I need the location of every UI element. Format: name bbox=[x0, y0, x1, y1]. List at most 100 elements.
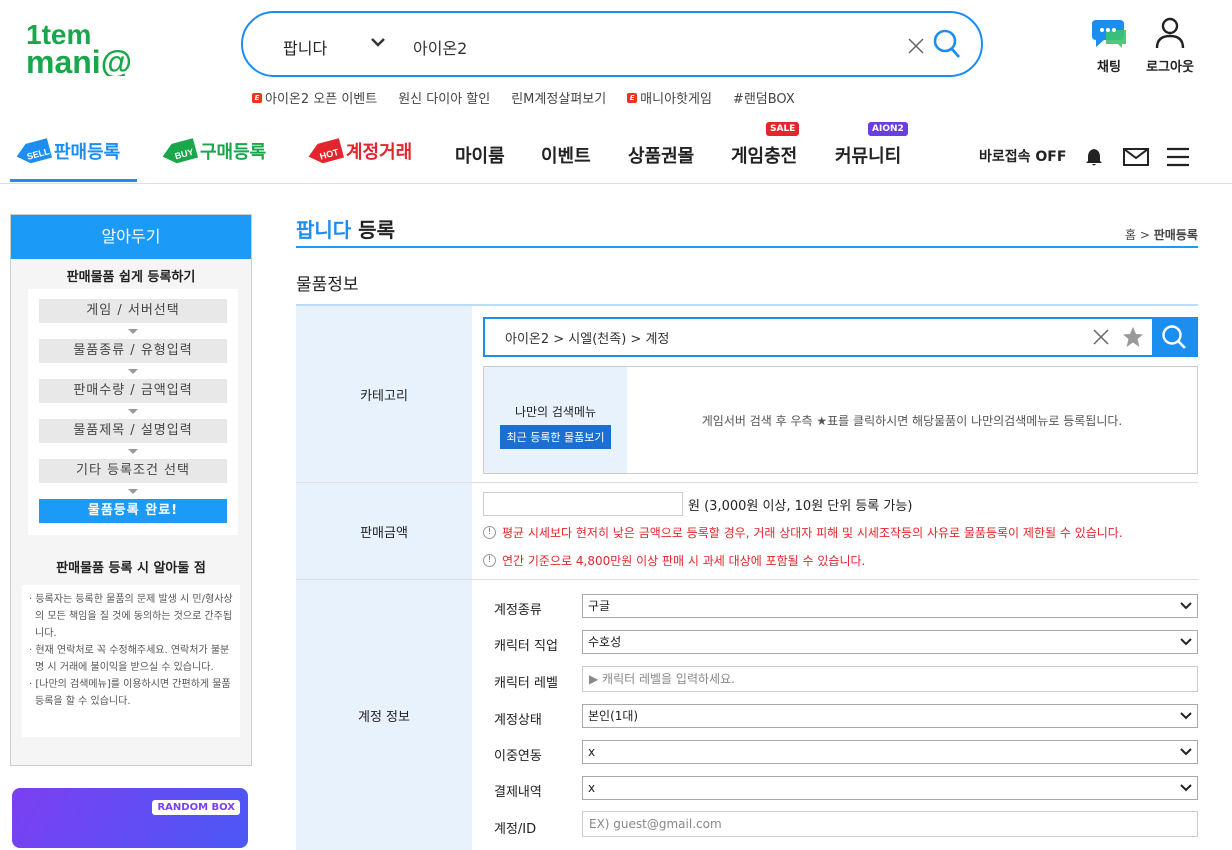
arrow-down-icon bbox=[39, 323, 227, 339]
character-job-select[interactable]: 수호성 bbox=[582, 630, 1198, 654]
chevron-down-icon[interactable] bbox=[371, 37, 385, 47]
payment-history-label: 결제내역 bbox=[494, 785, 542, 800]
breadcrumb: 홈 > 판매등록 bbox=[1125, 226, 1198, 243]
note-item: · [나만의 검색메뉴]를 이용하시면 간편하게 물품등록을 할 수 있습니다. bbox=[29, 679, 231, 707]
tax-warning: ! 연간 기준으로 4,800만원 이상 판매 시 과세 대상에 포함될 수 있습… bbox=[483, 552, 865, 569]
account-type-label: 계정종류 bbox=[494, 603, 542, 618]
chat-button[interactable]: 채팅 bbox=[1088, 16, 1130, 75]
clear-icon[interactable] bbox=[1092, 328, 1110, 346]
buy-tag-icon: BUY bbox=[162, 138, 199, 164]
bell-icon[interactable] bbox=[1084, 147, 1104, 167]
info-icon: ! bbox=[483, 526, 496, 539]
nav-giftcard-mall[interactable]: 상품권몰 bbox=[628, 142, 694, 168]
breadcrumb-current: 판매등록 bbox=[1153, 228, 1198, 242]
itemmania-logo[interactable]: 1tem mani@ bbox=[26, 19, 182, 80]
character-level-input[interactable]: ▶ 캐릭터 레벨을 입력하세요. bbox=[582, 666, 1198, 692]
step-item-complete: 물품등록 완료! bbox=[39, 499, 227, 523]
nav-buy[interactable]: BUY 구매등록 bbox=[160, 138, 266, 168]
direct-access-toggle[interactable]: 바로접속 OFF bbox=[979, 146, 1066, 166]
account-status-label: 계정상태 bbox=[494, 713, 542, 728]
my-search-menu-title: 나만의 검색메뉴 bbox=[514, 405, 597, 419]
main-search-bar: 팝니다 아이온2 bbox=[241, 11, 983, 77]
item-info-form: 카테고리 아이온2 > 시엘(천족) > 계정 나만의 검색메뉴최근 등록한 물… bbox=[296, 304, 1198, 850]
account-type-select[interactable]: 구글 bbox=[582, 594, 1198, 618]
breadcrumb-home[interactable]: 홈 > bbox=[1125, 228, 1154, 242]
hot-tag-icon: HOT bbox=[308, 138, 345, 164]
category-search: 아이온2 > 시엘(천족) > 계정 bbox=[483, 317, 1198, 357]
step-item: 물품종류 / 유형입력 bbox=[39, 339, 227, 363]
search-type-select[interactable]: 팝니다 bbox=[283, 35, 327, 59]
main-navigation: SELL 판매등록 BUY 구매등록 HOT 계정거래 마이룸 이벤트 상품권몰 SA… bbox=[0, 122, 1232, 184]
category-label: 카테고리 bbox=[296, 306, 472, 482]
price-unit-hint: 원 (3,000원 이상, 10원 단위 등록 가능) bbox=[688, 499, 913, 514]
account-id-input[interactable]: EX) guest@gmail.com bbox=[582, 811, 1198, 837]
category-path-input[interactable]: 아이온2 > 시엘(천족) > 계정 bbox=[485, 328, 1092, 347]
notes-box: · 등록자는 등록한 물품의 문제 발생 시 민/형사상의 모든 책임을 질 것… bbox=[22, 585, 240, 737]
active-tab-indicator bbox=[10, 179, 137, 182]
svg-text:mani@: mani@ bbox=[26, 44, 132, 76]
step-item: 게임 / 서버선택 bbox=[39, 299, 227, 323]
recent-items-button[interactable]: 최근 등록한 물품보기 bbox=[500, 425, 611, 449]
keyword-link[interactable]: #랜덤BOX bbox=[733, 88, 795, 107]
title-divider bbox=[296, 246, 1198, 248]
chevron-down-icon bbox=[1180, 784, 1192, 792]
star-icon[interactable] bbox=[1122, 326, 1144, 348]
account-id-label: 계정/ID bbox=[494, 822, 537, 837]
nav-sell[interactable]: SELL 판매등록 bbox=[14, 138, 120, 168]
price-input[interactable] bbox=[483, 492, 683, 516]
clear-icon[interactable] bbox=[907, 37, 925, 55]
dual-link-select[interactable]: x bbox=[582, 740, 1198, 764]
sale-badge: SALE bbox=[766, 122, 800, 136]
keyword-link[interactable]: E 매니아핫게임 bbox=[627, 88, 712, 107]
chat-bubble-icon bbox=[1092, 20, 1126, 48]
info-sidebar: 알아두기 판매물품 쉽게 등록하기 게임 / 서버선택 물품종류 / 유형입력 … bbox=[10, 214, 252, 766]
keyword-link[interactable]: 원신 다이아 할인 bbox=[398, 88, 490, 107]
logout-button[interactable]: 로그아웃 bbox=[1140, 16, 1200, 75]
note-item: · 현재 연락처로 꼭 수정해주세요. 연락처가 불분명 시 거래에 불이익을 … bbox=[29, 645, 230, 673]
arrow-down-icon bbox=[39, 363, 227, 379]
arrow-down-icon bbox=[39, 403, 227, 419]
chevron-down-icon bbox=[1180, 748, 1192, 756]
step-item: 기타 등록조건 선택 bbox=[39, 459, 227, 483]
note-item: · 등록자는 등록한 물품의 문제 발생 시 민/형사상의 모든 책임을 질 것… bbox=[29, 594, 233, 639]
price-label: 판매금액 bbox=[296, 483, 472, 579]
step-item: 판매수량 / 금액입력 bbox=[39, 379, 227, 403]
keyword-link[interactable]: E 아이온2 오픈 이벤트 bbox=[252, 88, 377, 107]
step-item: 물품제목 / 설명입력 bbox=[39, 419, 227, 443]
search-input[interactable]: 아이온2 bbox=[413, 35, 467, 59]
chevron-down-icon bbox=[1180, 638, 1192, 646]
arrow-down-icon bbox=[39, 483, 227, 499]
account-info-label: 계정 정보 bbox=[296, 580, 472, 850]
character-level-label: 캐릭터 레벨 bbox=[494, 676, 558, 691]
nav-account-trade[interactable]: HOT 계정거래 bbox=[306, 138, 412, 168]
search-icon[interactable] bbox=[933, 29, 961, 59]
nav-game-recharge[interactable]: 게임충전 bbox=[731, 142, 797, 168]
event-badge-icon: E bbox=[252, 92, 262, 103]
random-box-banner[interactable]: RANDOM BOX bbox=[12, 788, 248, 848]
price-row: 판매금액 원 (3,000원 이상, 10원 단위 등록 가능) ! 평균 시세보… bbox=[296, 483, 1198, 580]
info-icon: ! bbox=[483, 554, 496, 567]
nav-event[interactable]: 이벤트 bbox=[541, 142, 591, 168]
chevron-down-icon bbox=[1180, 602, 1192, 610]
registration-steps: 게임 / 서버선택 물품종류 / 유형입력 판매수량 / 금액입력 물품제목 /… bbox=[28, 289, 238, 535]
dual-link-label: 이중연동 bbox=[494, 749, 542, 764]
character-job-label: 캐릭터 직업 bbox=[494, 639, 558, 654]
section-title: 물품정보 bbox=[296, 275, 359, 295]
account-info-row: 계정 정보 계정종류 구글 캐릭터 직업 수호성 캐릭터 레벨 ▶ 캐릭터 레벨… bbox=[296, 580, 1198, 850]
nav-community[interactable]: 커뮤니티 bbox=[835, 142, 901, 168]
nav-myroom[interactable]: 마이룸 bbox=[455, 142, 505, 168]
notes-title: 판매물품 등록 시 알아둘 점 bbox=[56, 561, 206, 576]
payment-history-select[interactable]: x bbox=[582, 776, 1198, 800]
keyword-link[interactable]: 린M계정살펴보기 bbox=[511, 88, 606, 107]
menu-icon[interactable] bbox=[1166, 147, 1190, 167]
chevron-down-icon bbox=[1180, 712, 1192, 720]
account-status-select[interactable]: 본인(1대) bbox=[582, 704, 1198, 728]
popular-keywords: E 아이온2 오픈 이벤트 원신 다이아 할인 린M계정살펴보기 E 매니아핫게임 … bbox=[252, 88, 795, 107]
my-search-menu: 나만의 검색메뉴 최근 등록한 물품보기 게임서버 검색 후 우측 ★표를 클릭하… bbox=[483, 366, 1198, 474]
price-warning: ! 평균 시세보다 현저히 낮은 금액으로 등록할 경우, 거래 상대자 피해 및… bbox=[483, 524, 1123, 541]
mail-icon[interactable] bbox=[1123, 147, 1149, 167]
user-icon bbox=[1155, 17, 1185, 49]
sell-tag-icon: SELL bbox=[16, 138, 53, 164]
category-search-button[interactable] bbox=[1152, 318, 1196, 356]
sidebar-title: 알아두기 bbox=[11, 215, 251, 259]
